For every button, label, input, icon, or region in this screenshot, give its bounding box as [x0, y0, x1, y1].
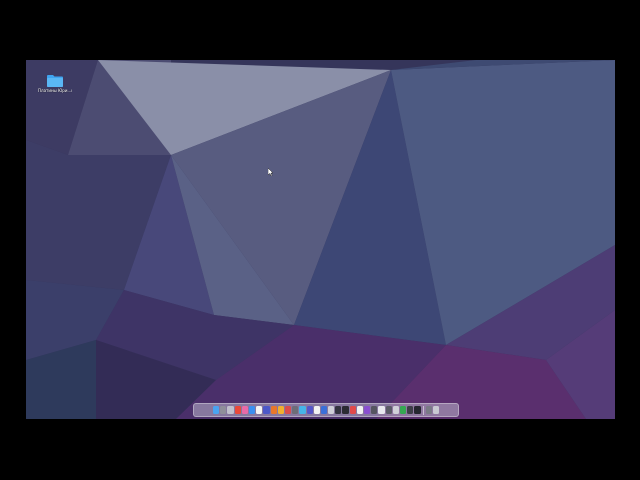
- app-icon-21[interactable]: [407, 406, 414, 414]
- folder-icon: [47, 75, 63, 87]
- app-icon-3[interactable]: [277, 406, 284, 414]
- app-icon-15[interactable]: [364, 406, 371, 414]
- mouse-cursor-icon: [268, 168, 274, 176]
- downloads-icon[interactable]: [425, 406, 432, 414]
- desktop-folder[interactable]: Платины Юри...плова: [38, 74, 72, 93]
- app-icon-13[interactable]: [349, 406, 356, 414]
- app-icon-7[interactable]: [306, 406, 313, 414]
- dock-separator: [422, 405, 424, 415]
- app-icon-5[interactable]: [292, 406, 299, 414]
- app-icon-20[interactable]: [399, 406, 407, 414]
- calendar-icon[interactable]: [256, 406, 263, 414]
- desktop-folder-label: Платины Юри...плова: [38, 88, 72, 93]
- app-icon-17[interactable]: [378, 406, 385, 414]
- safari-icon[interactable]: [249, 406, 256, 414]
- wallpaper: [26, 60, 615, 419]
- trash-icon[interactable]: [432, 406, 439, 414]
- app-icon-18[interactable]: [385, 406, 392, 414]
- app-icon-14[interactable]: [356, 406, 364, 414]
- app-icon-8[interactable]: [313, 406, 320, 414]
- mission-control-icon[interactable]: [227, 406, 234, 414]
- app-icon-11[interactable]: [335, 406, 342, 414]
- app-icon-9[interactable]: [320, 406, 328, 414]
- yandex-browser-icon[interactable]: [234, 406, 241, 414]
- app-icon-16[interactable]: [371, 406, 378, 414]
- app-icon-22[interactable]: [414, 406, 421, 414]
- app-icon-2[interactable]: [270, 406, 277, 414]
- app-icon-6[interactable]: [299, 406, 306, 414]
- app-icon-1[interactable]: [263, 406, 270, 414]
- app-icon-4[interactable]: [284, 406, 292, 414]
- app-icon-12[interactable]: [342, 406, 349, 414]
- launchpad-icon[interactable]: [220, 406, 227, 414]
- app-icon-19[interactable]: [392, 406, 399, 414]
- dock: [193, 403, 459, 417]
- desktop-screen: Платины Юри...плова: [26, 60, 615, 419]
- finder-icon[interactable]: [213, 406, 220, 414]
- app-icon-10[interactable]: [328, 406, 335, 414]
- photo-app-icon[interactable]: [241, 406, 249, 414]
